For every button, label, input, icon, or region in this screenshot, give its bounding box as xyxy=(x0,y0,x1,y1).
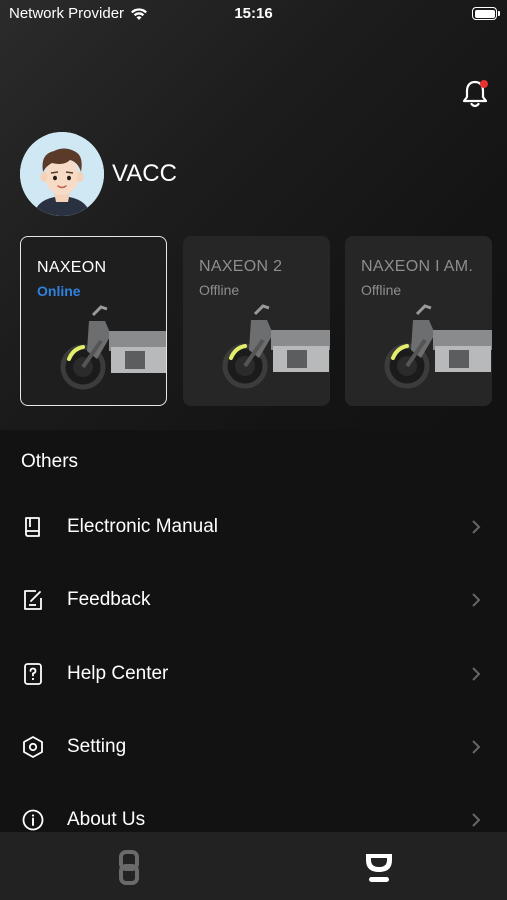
motorcycle-image xyxy=(384,304,492,389)
motorcycle-image xyxy=(222,304,330,389)
vehicle-name: NAXEON 2 xyxy=(199,258,283,275)
username: VACC xyxy=(112,160,177,187)
menu-label: Electronic Manual xyxy=(67,516,219,537)
profile-icon xyxy=(366,854,392,882)
menu-label: Setting xyxy=(67,736,127,757)
tab-vehicle[interactable] xyxy=(114,848,144,888)
menu-label: Help Center xyxy=(67,663,169,684)
vehicle-status: Online xyxy=(37,283,81,299)
menu-label: About Us xyxy=(67,809,146,830)
battery-icon xyxy=(472,7,500,20)
hexagon-gear-icon xyxy=(23,736,43,758)
vehicle-card-naxeon-2[interactable]: NAXEON 2 Offline xyxy=(183,236,330,406)
chevron-right-icon xyxy=(472,813,481,827)
clock: 15:16 xyxy=(234,5,273,22)
menu-item-electronic-manual[interactable]: Electronic Manual xyxy=(0,497,507,557)
notification-button[interactable] xyxy=(460,78,490,110)
menu-item-setting[interactable]: Setting xyxy=(0,717,507,777)
profile-header[interactable]: VACC xyxy=(20,132,177,216)
chevron-right-icon xyxy=(472,667,481,681)
edit-note-icon xyxy=(24,590,42,610)
question-doc-icon xyxy=(24,663,42,685)
status-bar: Network Provider 15:16 xyxy=(0,0,507,28)
menu-label: Feedback xyxy=(67,589,151,610)
vehicle-name: NAXEON xyxy=(37,259,107,276)
vehicle-status: Offline xyxy=(361,282,402,298)
unread-badge xyxy=(480,80,488,88)
motorcycle-image xyxy=(60,305,166,390)
tab-bar xyxy=(0,832,507,900)
menu-item-help-center[interactable]: Help Center xyxy=(0,644,507,704)
vehicle-status: Offline xyxy=(199,282,240,298)
vehicle-card-naxeon-i-am[interactable]: NAXEON I AM. Offline xyxy=(345,236,492,406)
chevron-right-icon xyxy=(472,520,481,534)
avatar[interactable] xyxy=(20,132,104,216)
vehicle-card-naxeon[interactable]: NAXEON Online xyxy=(20,236,167,406)
chevron-right-icon xyxy=(472,593,481,607)
vehicle-name: NAXEON I AM. xyxy=(361,258,474,275)
tab-profile[interactable] xyxy=(364,848,394,888)
chevron-right-icon xyxy=(472,740,481,754)
section-title-others: Others xyxy=(21,451,79,472)
vehicle-link-icon xyxy=(119,850,139,885)
book-icon xyxy=(25,517,40,537)
menu-item-feedback[interactable]: Feedback xyxy=(0,570,507,630)
info-circle-icon xyxy=(22,809,44,831)
